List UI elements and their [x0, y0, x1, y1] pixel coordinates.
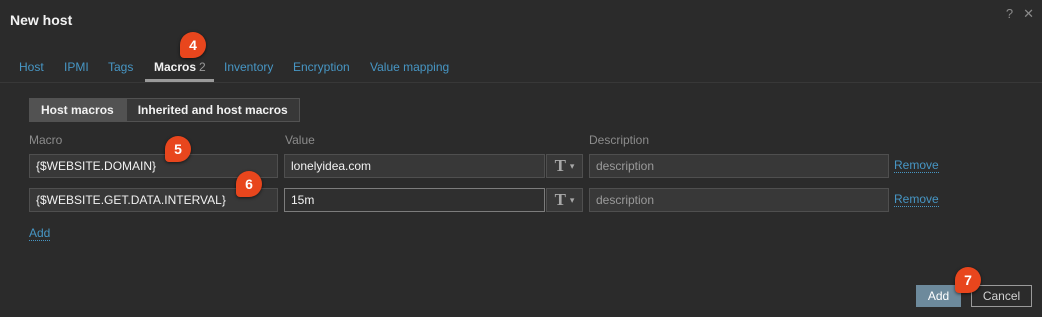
step-badge-4: 4: [180, 32, 206, 58]
step-badge-6: 6: [236, 171, 262, 197]
column-header-macro: Macro: [29, 133, 63, 147]
step-badge-5: 5: [165, 136, 191, 162]
tab-macros-label: Macros: [154, 60, 197, 74]
column-header-value: Value: [285, 133, 315, 147]
tab-macros[interactable]: Macros 2: [154, 60, 206, 74]
tab-inventory[interactable]: Inventory: [224, 60, 273, 74]
tab-value-mapping[interactable]: Value mapping: [370, 60, 449, 74]
host-macros-button[interactable]: Host macros: [29, 98, 126, 122]
tab-tags[interactable]: Tags: [108, 60, 133, 74]
tab-ipmi[interactable]: IPMI: [64, 60, 89, 74]
chevron-down-icon: ▾: [569, 194, 575, 205]
text-type-icon: T: [554, 156, 566, 175]
active-tab-indicator: [145, 79, 214, 82]
step-badge-7: 7: [955, 267, 981, 293]
chevron-down-icon: ▾: [569, 160, 575, 171]
macro-value-input[interactable]: 15m: [284, 188, 545, 212]
inherited-macros-button[interactable]: Inherited and host macros: [125, 98, 300, 122]
column-header-description: Description: [589, 133, 650, 147]
macro-value-input[interactable]: lonelyidea.com: [284, 154, 545, 178]
macro-view-toggle: Host macros Inherited and host macros: [29, 98, 300, 122]
dialog-header-icons: ? ✕: [1006, 6, 1034, 22]
tab-encryption[interactable]: Encryption: [293, 60, 350, 74]
description-input[interactable]: description: [589, 188, 889, 212]
value-type-dropdown[interactable]: T ▾: [546, 154, 583, 178]
description-input[interactable]: description: [589, 154, 889, 178]
text-type-icon: T: [554, 190, 566, 209]
close-icon[interactable]: ✕: [1023, 6, 1034, 22]
value-type-dropdown[interactable]: T ▾: [546, 188, 583, 212]
remove-link[interactable]: Remove: [894, 159, 939, 173]
tab-host[interactable]: Host: [19, 60, 44, 74]
dialog-title: New host: [10, 12, 73, 28]
remove-link[interactable]: Remove: [894, 193, 939, 207]
cancel-button[interactable]: Cancel: [971, 285, 1032, 307]
tab-bar: Host IPMI Tags Macros 2 Inventory Encrypt…: [0, 56, 1042, 83]
add-macro-link[interactable]: Add: [29, 227, 51, 241]
help-icon[interactable]: ?: [1006, 6, 1013, 22]
tab-macros-count: 2: [199, 60, 206, 74]
